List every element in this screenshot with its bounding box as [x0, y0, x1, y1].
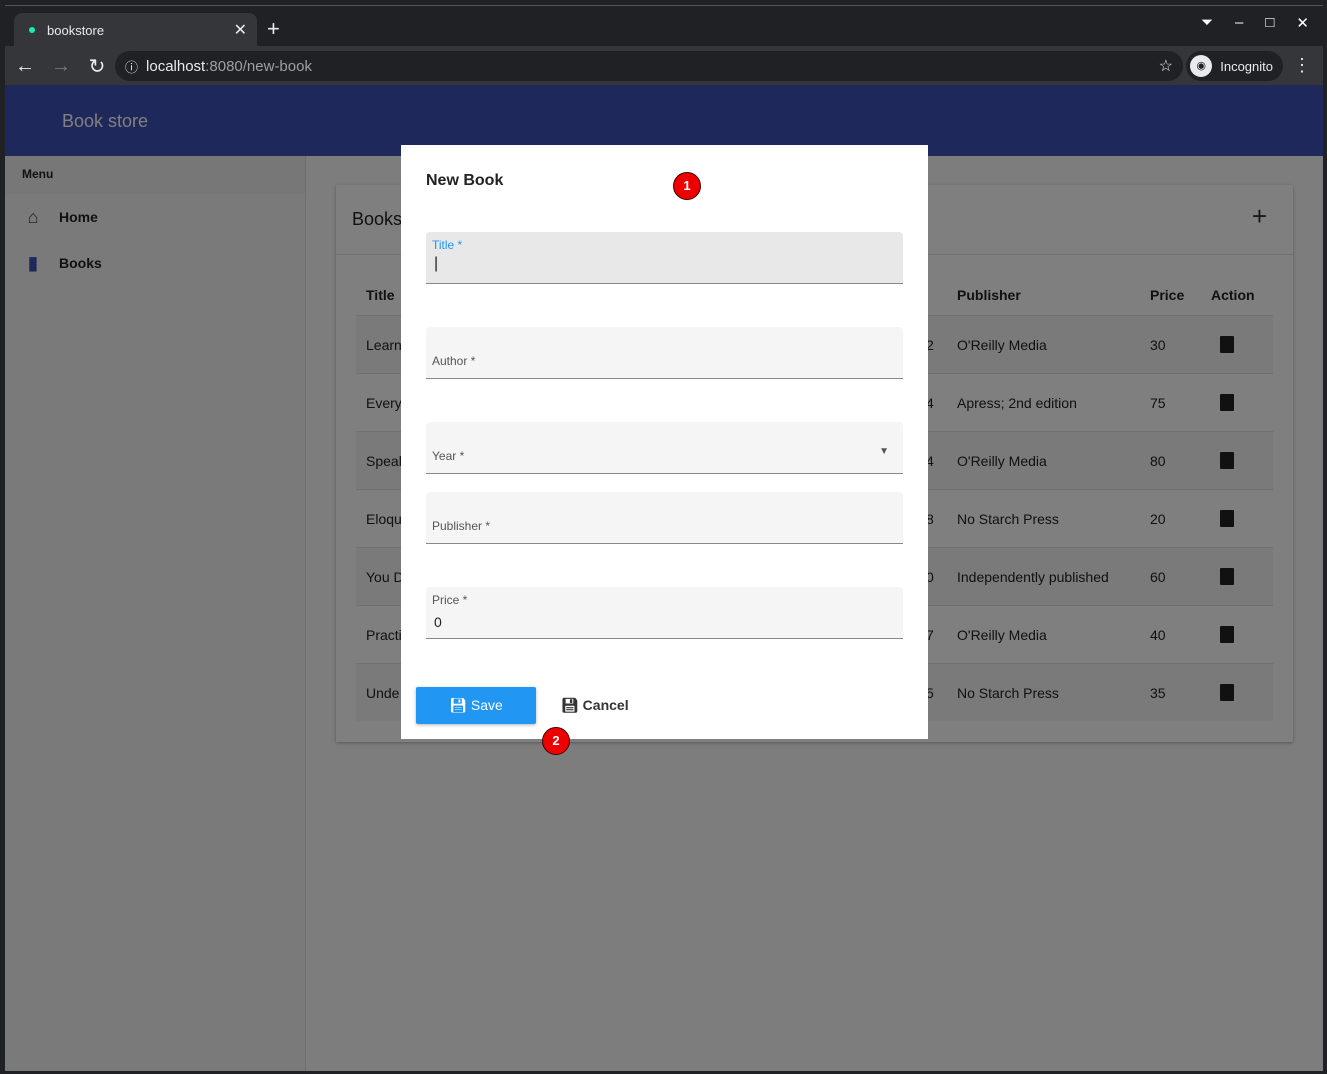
annotation-badge-1: 1: [673, 172, 701, 200]
save-icon: 💾︎: [561, 697, 583, 713]
save-label: Save: [470, 697, 503, 713]
dialog-title: New Book: [426, 172, 504, 189]
price-input[interactable]: Price * 0: [426, 587, 903, 639]
chevron-down-icon: ▼: [879, 446, 889, 457]
close-tab-icon[interactable]: ✕: [234, 20, 247, 40]
url-host: localhost: [146, 57, 206, 75]
info-icon: ⓘ: [125, 59, 139, 75]
publisher-label: Publisher *: [432, 519, 491, 533]
window-controls: ⏷ – □ ✕: [1201, 14, 1309, 32]
text-cursor: |: [434, 255, 439, 272]
browser-chrome: bookstore ✕ + ⏷ – □ ✕ ← → ↻ ⓘ localhost:8080/…: [5, 5, 1323, 86]
save-icon: 💾︎: [449, 697, 471, 713]
publisher-input[interactable]: Publisher *: [426, 492, 903, 544]
browser-tab[interactable]: bookstore ✕: [14, 13, 257, 47]
annotation-badge-2: 2: [542, 727, 570, 755]
incognito-badge[interactable]: ◉ Incognito: [1186, 51, 1283, 81]
incognito-icon: ◉: [1190, 55, 1213, 77]
year-select[interactable]: Year * ▼: [426, 422, 903, 474]
title-label: Title *: [432, 238, 463, 252]
close-window-icon[interactable]: ✕: [1296, 14, 1309, 32]
save-button[interactable]: 💾︎ Save: [416, 687, 536, 724]
back-icon[interactable]: ←: [9, 55, 41, 78]
author-label: Author *: [432, 354, 476, 368]
cancel-button[interactable]: 💾︎ Cancel: [561, 687, 629, 724]
title-input[interactable]: Title * |: [426, 232, 903, 284]
year-label: Year *: [432, 449, 465, 463]
maximize-icon[interactable]: □: [1265, 14, 1274, 32]
profile-dropdown-icon[interactable]: ⏷: [1201, 14, 1213, 32]
url-path: :8080/new-book: [205, 57, 312, 75]
cancel-label: Cancel: [582, 697, 629, 713]
minimize-icon[interactable]: –: [1235, 14, 1243, 32]
reload-icon[interactable]: ↻: [81, 54, 113, 79]
favicon-icon: [29, 27, 35, 33]
incognito-label: Incognito: [1220, 58, 1273, 74]
tab-title: bookstore: [47, 22, 105, 38]
price-label: Price *: [432, 593, 468, 607]
address-bar[interactable]: ⓘ localhost:8080/new-book ☆: [115, 51, 1183, 81]
price-value: 0: [434, 614, 442, 630]
new-book-dialog: New Book Title * | Author * Year * ▼ Publi…: [401, 145, 928, 739]
author-input[interactable]: Author *: [426, 327, 903, 379]
browser-menu-icon[interactable]: ⋮: [1293, 55, 1311, 76]
new-tab-button[interactable]: +: [267, 16, 280, 42]
forward-icon[interactable]: →: [45, 55, 77, 78]
bookmark-star-icon[interactable]: ☆: [1159, 56, 1173, 76]
